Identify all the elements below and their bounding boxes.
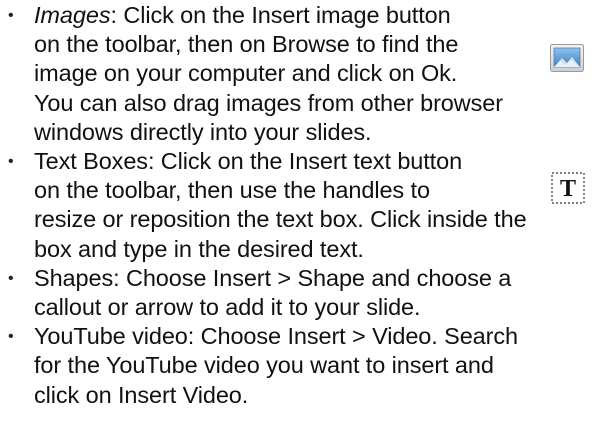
- bullet-marker: •: [8, 328, 14, 346]
- bullet-marker: •: [8, 7, 14, 24]
- insert-text-icon-graphic: T: [551, 172, 585, 204]
- list-item-youtube-video: • YouTube video: Choose Insert > Video. …: [0, 322, 603, 410]
- bullet-marker: •: [8, 269, 14, 287]
- document-page: • Images: Click on the Insert image butt…: [0, 0, 603, 447]
- item-shapes-line-1: Shapes: Choose Insert > Shape and choose…: [34, 264, 512, 291]
- item-images-line-2: on the toolbar, then on Browse to find t…: [34, 31, 459, 58]
- bullet-marker: •: [8, 153, 14, 171]
- term-images: Images: [34, 2, 111, 28]
- item-youtube-line-2: for the YouTube video you want to insert…: [34, 352, 494, 379]
- insert-image-icon[interactable]: [550, 44, 584, 72]
- item-images-line-1: Images: Click on the Insert image button: [34, 2, 451, 28]
- bullet-list: • Images: Click on the Insert image butt…: [0, 1, 603, 410]
- list-item-images: • Images: Click on the Insert image butt…: [0, 1, 603, 147]
- item-textboxes-line-2: on the toolbar, then use the handles to: [34, 177, 430, 204]
- insert-image-icon-graphic: [550, 44, 584, 72]
- item-images-line-3: image on your computer and click on Ok.: [34, 60, 458, 87]
- list-item-text-boxes: • Text Boxes: Click on the Insert text b…: [0, 147, 603, 264]
- insert-text-icon[interactable]: T: [551, 172, 585, 204]
- item-textboxes-line-4: box and type in the desired text.: [34, 235, 364, 262]
- item-images-line-5: windows directly into your slides.: [34, 118, 372, 145]
- item-youtube-line-3: click on Insert Video.: [34, 381, 249, 408]
- list-item-shapes: • Shapes: Choose Insert > Shape and choo…: [0, 264, 603, 322]
- item-textboxes-line-1: Text Boxes: Click on the Insert text but…: [34, 148, 463, 175]
- item-textboxes-line-3: resize or reposition the text box. Click…: [34, 206, 527, 233]
- item-images-line-4: You can also drag images from other brow…: [34, 89, 503, 116]
- item-shapes-line-2: callout or arrow to add it to your slide…: [34, 294, 421, 321]
- item-youtube-line-1: YouTube video: Choose Insert > Video. Se…: [34, 323, 518, 350]
- textbox-glyph: T: [560, 176, 576, 202]
